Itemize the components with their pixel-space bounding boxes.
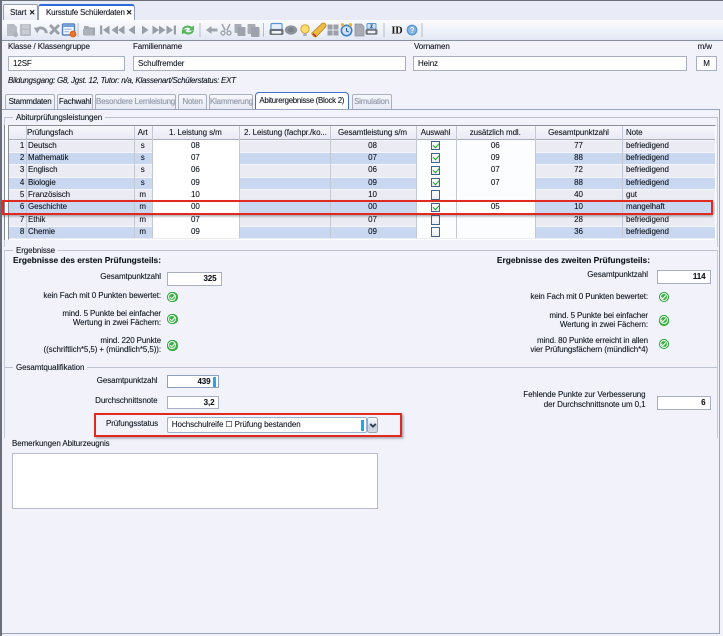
svg-text:?: ? [410,26,415,35]
svg-text:ID: ID [392,26,403,37]
